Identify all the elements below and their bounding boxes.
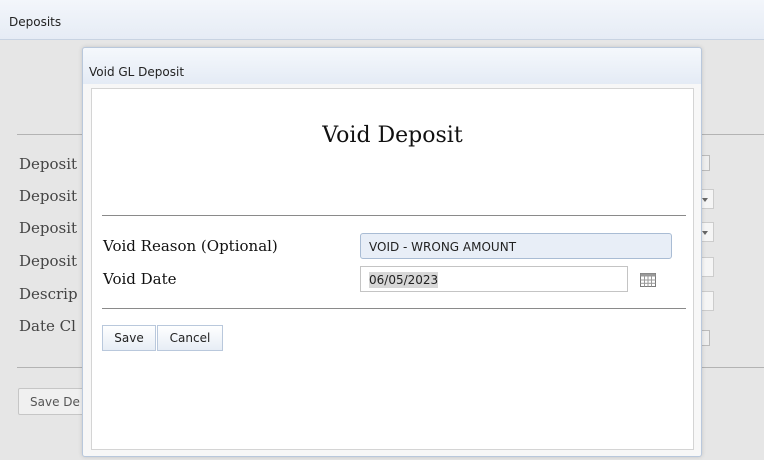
calendar-icon[interactable] [640,272,656,287]
void-gl-deposit-dialog: Void GL Deposit Void Deposit Void Reason… [82,47,702,457]
background-text-field[interactable] [700,257,714,277]
window-titlebar: Deposits [0,0,764,40]
cancel-button[interactable]: Cancel [157,325,223,351]
background-label: Deposit [19,219,78,237]
void-date-label: Void Date [103,270,177,288]
void-reason-input[interactable]: VOID - WRONG AMOUNT [360,233,672,259]
void-deposit-heading: Void Deposit [322,123,463,148]
void-date-value: 06/05/2023 [369,272,439,288]
divider [102,215,686,216]
background-save-label: Save De [30,395,80,409]
save-button[interactable]: Save [102,325,156,351]
background-text-field[interactable] [700,291,714,311]
window-title: Deposits [9,15,62,29]
background-dropdown-arrow-icon[interactable] [700,189,714,209]
background-label: Deposit [19,187,78,205]
dialog-body: Void Deposit Void Reason (Optional) VOID… [91,88,694,450]
background-label: Deposit [19,252,78,270]
void-reason-label: Void Reason (Optional) [103,237,278,255]
background-label: Descrip [19,285,78,303]
cancel-label: Cancel [169,331,211,345]
divider [102,308,686,309]
dialog-title: Void GL Deposit [89,65,185,79]
calendar-icon-graphic [640,273,656,287]
background-label: Date Cl [19,317,76,335]
save-label: Save [114,331,144,345]
void-reason-value: VOID - WRONG AMOUNT [369,240,517,254]
void-date-input[interactable]: 06/05/2023 [360,266,628,292]
background-dropdown-arrow-icon[interactable] [700,222,714,242]
background-label: Deposit [19,155,78,173]
dialog-header: Void GL Deposit [83,48,701,84]
